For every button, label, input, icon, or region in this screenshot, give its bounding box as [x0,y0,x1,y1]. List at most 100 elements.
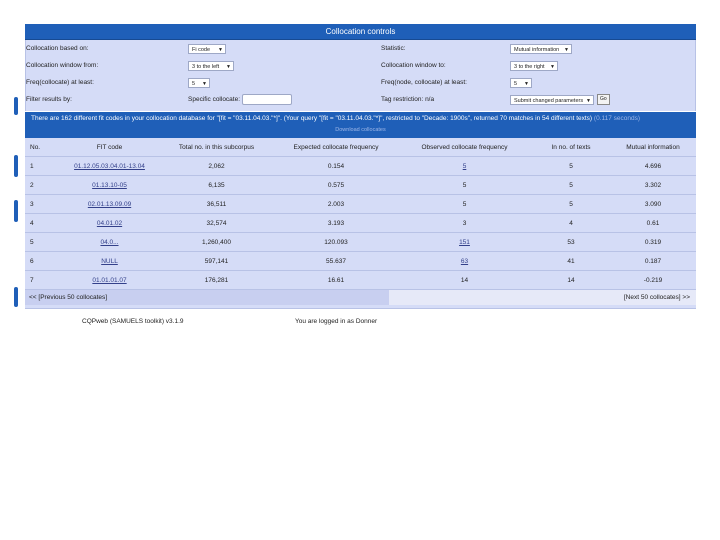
results-banner: There are 162 different fit codes in you… [25,112,696,138]
table-cell[interactable]: 01.13.10-05 [61,175,158,195]
table-cell: 597,141 [158,251,275,271]
table-cell: 3.193 [275,213,397,233]
table-cell: 2 [25,175,61,195]
window-to-label: Collocation window to: [381,62,446,69]
window-from-label: Collocation window from: [26,62,99,69]
footer-login-status: You are logged in as Donner [295,318,378,325]
table-row: 5 04.0... 1,260,400 120.093 151 53 0.319 [25,232,696,252]
results-summary: There are 162 different fit codes in you… [31,115,641,122]
table-cell: 55.637 [275,251,397,271]
edge-strip [14,200,18,222]
table-cell: 2.003 [275,194,397,214]
table-cell: 176,281 [158,270,275,290]
collocation-based-on-label: Collocation based on: [26,45,89,52]
previous-collocates-link[interactable]: << [Previous 50 collocates] [25,290,389,305]
col-header-observed: Observed collocate frequency [397,138,532,157]
statistic-label: Statistic: [381,45,406,52]
table-cell: 5 [25,232,61,252]
table-cell: 0.575 [275,175,397,195]
table-cell: 5 [397,194,532,214]
table-cell: 0.154 [275,156,397,176]
table-row: 4 04.01.02 32,574 3.193 3 4 0.61 [25,213,696,233]
filter-label: Filter results by: [26,96,72,103]
table-cell: 14 [532,270,610,290]
table-cell: 5 [397,175,532,195]
chevron-down-icon: ▼ [564,47,569,53]
table-cell[interactable]: NULL [61,251,158,271]
table-cell: 32,574 [158,213,275,233]
freq-collocate-select[interactable]: 5 ▼ [188,78,210,88]
table-cell: 1,260,400 [158,232,275,252]
table-cell: 41 [532,251,610,271]
table-cell: 0.187 [610,251,696,271]
table-row: 1 01.12.05.03.04.01-13.04 2,062 0.154 5 5 4.69… [25,156,696,176]
table-cell[interactable]: 63 [397,251,532,271]
pagination-bar: << [Previous 50 collocates] [Next 50 col… [25,290,696,305]
chevron-down-icon: ▼ [586,98,591,104]
col-header-total: Total no. in this subcorpus [158,138,275,157]
specific-collocate-label: Specific collocate: [188,96,241,103]
specific-collocate-input[interactable] [242,94,292,105]
timing-link[interactable]: (0.117 seconds) [594,115,640,122]
download-collocates-link[interactable]: Download collocates [25,127,696,133]
table-cell: 36,511 [158,194,275,214]
chevron-down-icon: ▼ [550,64,555,70]
col-header-fit-code: FIT code [61,138,158,157]
table-cell: 4.696 [610,156,696,176]
chevron-down-icon: ▼ [226,64,231,70]
tag-restriction-select[interactable]: Submit changed parameters ▼ [510,95,594,105]
table-cell: 3.302 [610,175,696,195]
table-cell: 5 [532,156,610,176]
edge-strip [14,155,18,177]
table-cell[interactable]: 151 [397,232,532,252]
table-header-row: No. FIT code Total no. in this subcorpus… [25,138,696,157]
table-cell: -0.219 [610,270,696,290]
collocates-table: No. FIT code Total no. in this subcorpus… [25,138,696,309]
table-cell[interactable]: 5 [397,156,532,176]
edge-strip [14,287,18,307]
table-cell: 3 [25,194,61,214]
table-cell: 120.093 [275,232,397,252]
footer-version: CQPweb (SAMUELS toolkit) v3.1.9 [82,318,184,325]
freq-node-label: Freq(node, collocate) at least: [381,79,467,86]
statistic-select[interactable]: Mutual information ▼ [510,44,572,54]
table-cell: 3.090 [610,194,696,214]
window-from-select[interactable]: 3 to the left ▼ [188,61,234,71]
freq-collocate-label: Freq(collocate) at least: [26,79,94,86]
table-cell: 7 [25,270,61,290]
collocation-based-on-select[interactable]: Fi code ▼ [188,44,226,54]
table-cell[interactable]: 04.01.02 [61,213,158,233]
table-cell: 0.319 [610,232,696,252]
edge-strip [14,97,18,115]
window-to-select[interactable]: 3 to the right ▼ [510,61,558,71]
table-row: 2 01.13.10-05 6,135 0.575 5 5 3.302 [25,175,696,195]
table-cell[interactable]: 02.01.13.09.09 [61,194,158,214]
controls-title: Collocation controls [25,24,696,40]
controls-row-2: Collocation window from: 3 to the left ▼ … [26,57,695,74]
table-cell: 3 [397,213,532,233]
chevron-down-icon: ▼ [218,47,223,53]
table-cell: 4 [532,213,610,233]
table-cell[interactable]: 01.01.01.07 [61,270,158,290]
table-row: 6 NULL 597,141 55.637 63 41 0.187 [25,251,696,271]
table-cell: 2,062 [158,156,275,176]
freq-node-select[interactable]: 5 ▼ [510,78,532,88]
table-cell[interactable]: 01.12.05.03.04.01-13.04 [61,156,158,176]
table-cell: 16.61 [275,270,397,290]
table-cell: 5 [532,175,610,195]
table-cell: 6,135 [158,175,275,195]
table-cell: 53 [532,232,610,252]
table-cell: 5 [532,194,610,214]
table-cell[interactable]: 04.0... [61,232,158,252]
table-cell: 0.61 [610,213,696,233]
table-row: 7 01.01.01.07 176,281 16.61 14 14 -0.219 [25,270,696,290]
chevron-down-icon: ▼ [524,81,529,87]
controls-row-1: Collocation based on: Fi code ▼ Statistic… [26,40,695,57]
col-header-expected: Expected collocate frequency [275,138,397,157]
table-cell: 6 [25,251,61,271]
go-button[interactable]: Go [597,94,610,105]
table-cell: 14 [397,270,532,290]
col-header-no: No. [25,138,61,157]
col-header-texts: In no. of texts [532,138,610,157]
next-collocates-link[interactable]: [Next 50 collocates] >> [389,290,696,305]
